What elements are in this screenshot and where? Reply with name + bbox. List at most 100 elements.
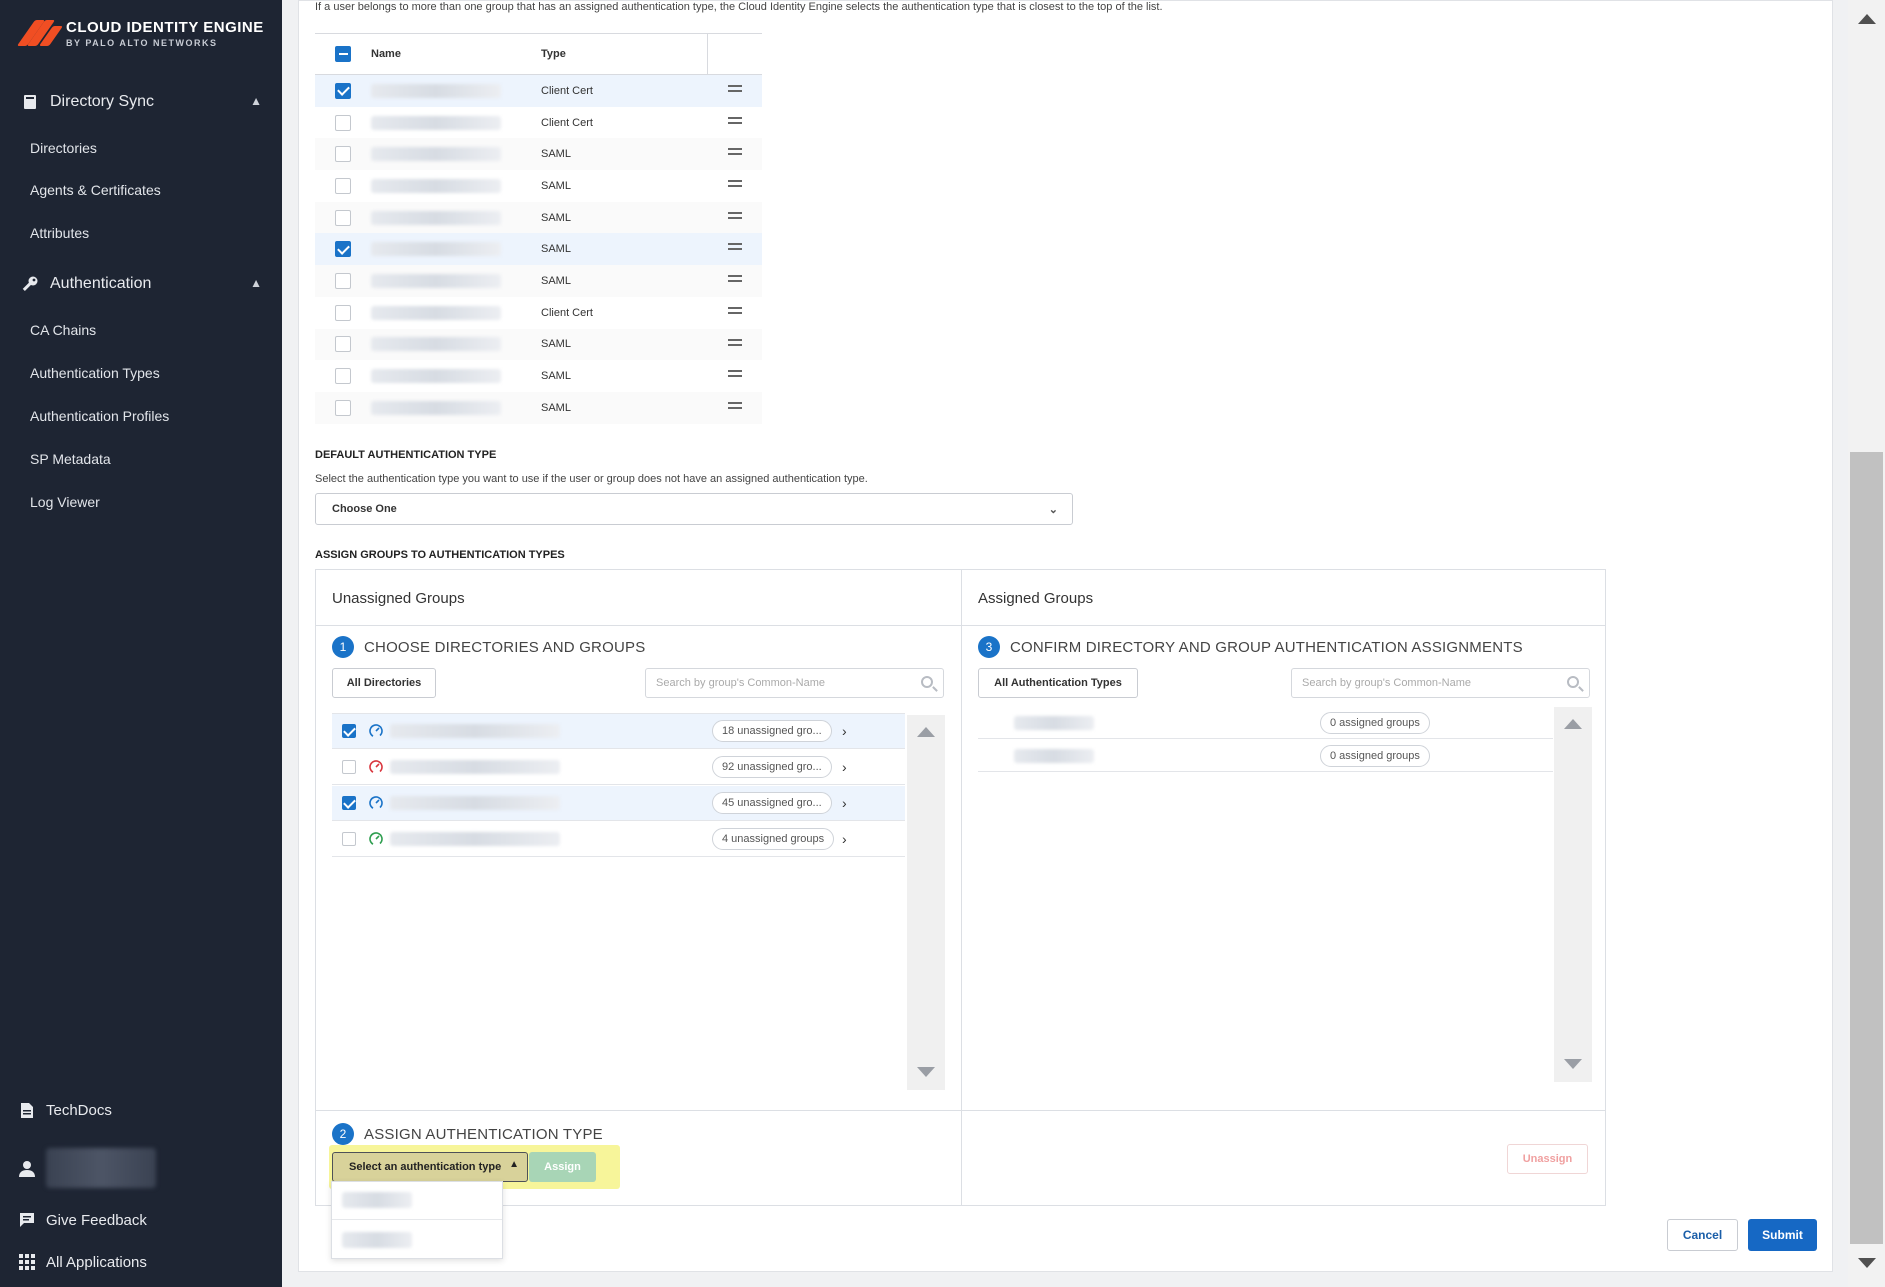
priority-row[interactable]: SAML [315,233,762,266]
row-checkbox[interactable] [335,177,351,194]
sidebar-item-agents-certificates[interactable]: Agents & Certificates [30,182,161,198]
row-checkbox[interactable] [335,146,351,163]
directory-list-scrollbar[interactable] [907,715,945,1090]
directory-checkbox[interactable] [342,760,356,774]
sidebar-item-all-applications[interactable]: All Applications [0,1253,147,1271]
sidebar-item-authentication-profiles[interactable]: Authentication Profiles [30,408,169,424]
sidebar-item-give-feedback[interactable]: Give Feedback [0,1211,147,1229]
drag-handle-icon[interactable] [728,401,742,412]
all-authentication-types-filter[interactable]: All Authentication Types [978,668,1138,698]
submit-button[interactable]: Submit [1748,1219,1817,1251]
group-name [371,115,501,130]
directory-row[interactable]: 92 unassigned gro... › [332,750,905,785]
sidebar-item-directories[interactable]: Directories [30,140,97,156]
priority-row[interactable]: Client Cert [315,75,762,107]
unassign-button[interactable]: Unassign [1507,1144,1588,1174]
auth-type-option[interactable] [332,1220,502,1258]
row-checkbox[interactable] [335,272,351,289]
drag-handle-icon[interactable] [728,85,742,95]
auth-type-option[interactable] [332,1182,502,1220]
auth-type-cell: Client Cert [541,306,593,319]
auth-type-cell: Client Cert [541,116,593,129]
sync-status-icon [369,796,383,810]
row-checkbox[interactable] [335,114,351,131]
select-all-checkbox[interactable] [335,46,351,62]
row-checkbox[interactable] [335,241,351,258]
directory-row[interactable]: 45 unassigned gro... › [332,786,905,821]
directory-row[interactable]: 4 unassigned groups › [332,822,905,857]
auth-type-row[interactable]: 0 assigned groups [978,740,1553,772]
directory-checkbox[interactable] [342,832,356,846]
chevron-right-icon[interactable]: › [842,831,847,847]
unassigned-search-input[interactable]: Search by group's Common-Name [645,668,944,698]
row-checkbox[interactable] [335,209,351,226]
sync-status-icon [369,760,383,774]
step-1-label: 1 CHOOSE DIRECTORIES AND GROUPS [332,636,645,658]
drag-handle-icon[interactable] [728,211,742,222]
directory-row[interactable]: 18 unassigned gro... › [332,714,905,749]
group-name [371,305,501,320]
page-scroll-thumb[interactable] [1850,452,1883,1244]
drag-handle-icon[interactable] [728,306,742,317]
drag-handle-icon[interactable] [728,180,742,190]
chevron-up-icon[interactable]: ▲ [250,276,262,290]
priority-row[interactable]: SAML [315,328,762,361]
auth-type-name [1014,748,1094,763]
priority-row[interactable]: Client Cert [315,297,762,329]
chevron-right-icon[interactable]: › [842,723,847,739]
auth-type-select[interactable]: Select an authentication type ▲ [332,1152,528,1182]
row-checkbox[interactable] [335,304,351,321]
scroll-up-icon[interactable] [1858,14,1876,24]
priority-row[interactable]: SAML [315,360,762,392]
user-account[interactable] [0,1148,156,1188]
row-checkbox[interactable] [335,82,351,99]
document-icon [18,1101,36,1119]
row-checkbox[interactable] [335,336,351,353]
drag-handle-icon[interactable] [728,243,742,253]
priority-row[interactable]: SAML [315,170,762,202]
auth-type-cell: SAML [541,370,571,383]
assigned-groups-panel: Assigned Groups 3 CONFIRM DIRECTORY AND G… [961,569,1606,1206]
sidebar-item-sp-metadata[interactable]: SP Metadata [30,451,111,467]
drag-handle-icon[interactable] [728,275,742,285]
drag-handle-icon[interactable] [728,116,742,127]
sidebar-item-attributes[interactable]: Attributes [30,225,89,241]
row-checkbox[interactable] [335,368,351,385]
scroll-down-icon[interactable] [917,1067,935,1077]
cancel-button[interactable]: Cancel [1667,1219,1738,1251]
priority-row[interactable]: SAML [315,391,762,424]
default-auth-select[interactable]: Choose One ⌄ [315,493,1073,525]
assigned-list-scrollbar[interactable] [1554,707,1592,1082]
auth-type-row[interactable]: 0 assigned groups [978,707,1553,739]
scroll-up-icon[interactable] [917,727,935,737]
sidebar-item-log-viewer[interactable]: Log Viewer [30,494,100,510]
sidebar-item-techdocs[interactable]: TechDocs [0,1101,112,1119]
sidebar-item-ca-chains[interactable]: CA Chains [30,322,96,338]
priority-row[interactable]: SAML [315,201,762,234]
directory-checkbox[interactable] [342,796,356,810]
chevron-right-icon[interactable]: › [842,795,847,811]
scroll-up-icon[interactable] [1564,719,1582,729]
directory-name [390,796,560,810]
assign-button[interactable]: Assign [529,1152,596,1182]
scroll-down-icon[interactable] [1564,1059,1582,1069]
scroll-down-icon[interactable] [1858,1258,1876,1268]
brand-logo[interactable]: CLOUD IDENTITY ENGINE BY PALO ALTO NETWO… [16,16,264,50]
drag-handle-icon[interactable] [728,370,742,380]
sidebar-section-directory-sync[interactable]: Directory Sync ▲ [0,92,282,112]
drag-handle-icon[interactable] [728,148,742,158]
chevron-right-icon[interactable]: › [842,759,847,775]
all-directories-filter[interactable]: All Directories [332,668,436,698]
default-auth-heading: DEFAULT AUTHENTICATION TYPE [315,449,497,461]
priority-row[interactable]: SAML [315,138,762,171]
row-checkbox[interactable] [335,399,351,416]
chevron-up-icon[interactable]: ▲ [250,94,262,108]
directory-checkbox[interactable] [342,724,356,738]
sidebar-item-authentication-types[interactable]: Authentication Types [30,365,160,381]
priority-row[interactable]: SAML [315,265,762,297]
sidebar-section-authentication[interactable]: Authentication ▲ [0,274,282,294]
drag-handle-icon[interactable] [728,338,742,349]
assigned-search-input[interactable]: Search by group's Common-Name [1291,668,1590,698]
priority-row[interactable]: Client Cert [315,107,762,139]
page-scrollbar[interactable] [1848,0,1885,1287]
